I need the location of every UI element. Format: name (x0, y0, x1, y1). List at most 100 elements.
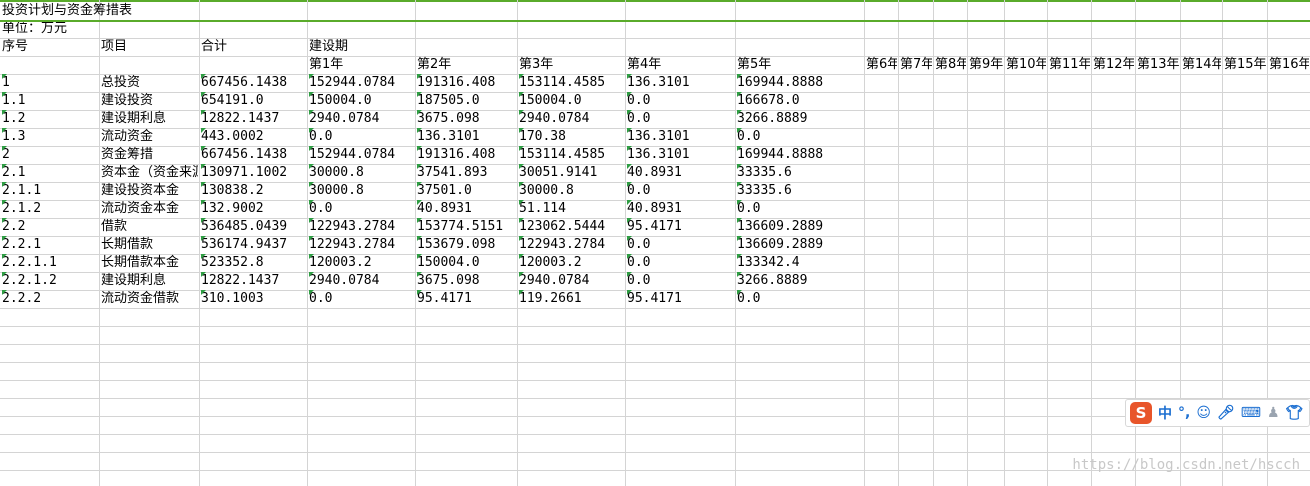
cell-y1[interactable]: 0.0 (309, 290, 414, 308)
cell-total[interactable]: 12822.1437 (201, 110, 306, 128)
cell-y4[interactable]: 136.3101 (627, 146, 734, 164)
smiley-icon[interactable]: ☺ (1196, 405, 1211, 421)
header-year[interactable]: 第11年 (1049, 56, 1090, 74)
keyboard-icon[interactable]: ⌨ (1241, 405, 1261, 421)
cell-y2[interactable]: 187505.0 (417, 92, 516, 110)
cell-y3[interactable]: 123062.5444 (519, 218, 624, 236)
header-construction[interactable]: 建设期 (309, 38, 414, 56)
cell-seq[interactable]: 1.2 (2, 110, 98, 128)
cell-item[interactable]: 建设投资 (101, 92, 198, 110)
header-year[interactable]: 第16年 (1269, 56, 1309, 74)
cell-y2[interactable]: 37501.0 (417, 182, 516, 200)
header-year[interactable]: 第9年 (969, 56, 1003, 74)
cell-y5[interactable]: 3266.8889 (737, 110, 863, 128)
cell-y1[interactable]: 122943.2784 (309, 218, 414, 236)
cell-y5[interactable]: 33335.6 (737, 182, 863, 200)
cell-total[interactable]: 130971.1002 (201, 164, 306, 182)
cell-y4[interactable]: 40.8931 (627, 200, 734, 218)
cell-total[interactable]: 667456.1438 (201, 74, 306, 92)
cell-y4[interactable]: 0.0 (627, 182, 734, 200)
sogou-logo-icon[interactable]: S (1130, 402, 1152, 424)
header-year[interactable]: 第15年 (1224, 56, 1266, 74)
cell-y5[interactable]: 133342.4 (737, 254, 863, 272)
cell-seq[interactable]: 2.2.1 (2, 236, 98, 254)
cell-y3[interactable]: 51.114 (519, 200, 624, 218)
cell-y4[interactable]: 95.4171 (627, 218, 734, 236)
cell-y3[interactable]: 2940.0784 (519, 272, 624, 290)
cell-y3[interactable]: 30000.8 (519, 182, 624, 200)
cell-y3[interactable]: 153114.4585 (519, 74, 624, 92)
cell-y2[interactable]: 191316.408 (417, 146, 516, 164)
cell-y2[interactable]: 150004.0 (417, 254, 516, 272)
cell-y1[interactable]: 2940.0784 (309, 272, 414, 290)
cell-seq[interactable]: 1.3 (2, 128, 98, 146)
cell-y1[interactable]: 30000.8 (309, 164, 414, 182)
header-total[interactable]: 合计 (201, 38, 306, 56)
cell-y3[interactable]: 119.2661 (519, 290, 624, 308)
shirt-icon[interactable]: 👕︎ (1286, 405, 1304, 421)
header-item[interactable]: 项目 (101, 38, 198, 56)
header-year[interactable]: 第5年 (737, 56, 863, 74)
cell-total[interactable]: 12822.1437 (201, 272, 306, 290)
header-year[interactable]: 第6年 (866, 56, 897, 74)
cell-item[interactable]: 建设投资本金 (101, 182, 198, 200)
cell-y1[interactable]: 0.0 (309, 200, 414, 218)
header-year[interactable]: 第8年 (935, 56, 966, 74)
header-year[interactable]: 第1年 (309, 56, 414, 74)
cell-item[interactable]: 流动资金本金 (101, 200, 198, 218)
cell-seq[interactable]: 2.1.2 (2, 200, 98, 218)
cell-y1[interactable]: 120003.2 (309, 254, 414, 272)
cell-item[interactable]: 建设期利息 (101, 272, 198, 290)
cell-y2[interactable]: 136.3101 (417, 128, 516, 146)
language-toggle[interactable]: 中 (1158, 403, 1172, 423)
user-icon[interactable]: ♟ (1267, 405, 1280, 421)
cell-y4[interactable]: 40.8931 (627, 164, 734, 182)
cell-y1[interactable]: 2940.0784 (309, 110, 414, 128)
ime-toolbar[interactable]: S 中 °, ☺ 🎤︎ ⌨ ♟ 👕︎ (1125, 399, 1310, 427)
cell-y1[interactable]: 152944.0784 (309, 74, 414, 92)
cell-total[interactable]: 536174.9437 (201, 236, 306, 254)
cell-y3[interactable]: 2940.0784 (519, 110, 624, 128)
cell-y3[interactable]: 150004.0 (519, 92, 624, 110)
cell-seq[interactable]: 2.2 (2, 218, 98, 236)
cell-item[interactable]: 资本金（资金来源 (101, 164, 198, 182)
cell-y1[interactable]: 122943.2784 (309, 236, 414, 254)
header-seq[interactable]: 序号 (2, 38, 98, 56)
cell[interactable]: 单位：万元 (2, 20, 98, 38)
cell-item[interactable]: 借款 (101, 218, 198, 236)
punctuation-toggle[interactable]: °, (1178, 405, 1190, 421)
cell-seq[interactable]: 2.1.1 (2, 182, 98, 200)
cell-item[interactable]: 长期借款 (101, 236, 198, 254)
cell-seq[interactable]: 1.1 (2, 92, 98, 110)
cell-total[interactable]: 523352.8 (201, 254, 306, 272)
cell-total[interactable]: 443.0002 (201, 128, 306, 146)
cell-seq[interactable]: 2.2.1.2 (2, 272, 98, 290)
cell-y5[interactable]: 3266.8889 (737, 272, 863, 290)
cell-y4[interactable]: 0.0 (627, 236, 734, 254)
header-year[interactable]: 第4年 (627, 56, 734, 74)
cell-y2[interactable]: 95.4171 (417, 290, 516, 308)
cell-y2[interactable]: 40.8931 (417, 200, 516, 218)
cell-seq[interactable]: 2.1 (2, 164, 98, 182)
cell-y2[interactable]: 191316.408 (417, 74, 516, 92)
cell-y4[interactable]: 0.0 (627, 272, 734, 290)
header-year[interactable]: 第2年 (417, 56, 516, 74)
cell-y5[interactable]: 169944.8888 (737, 74, 863, 92)
header-year[interactable]: 第3年 (519, 56, 624, 74)
cell-y5[interactable]: 0.0 (737, 290, 863, 308)
cell-y3[interactable]: 122943.2784 (519, 236, 624, 254)
cell-y5[interactable]: 169944.8888 (737, 146, 863, 164)
cell-y2[interactable]: 153774.5151 (417, 218, 516, 236)
cell-y3[interactable]: 30051.9141 (519, 164, 624, 182)
cell-total[interactable]: 667456.1438 (201, 146, 306, 164)
cell-y4[interactable]: 0.0 (627, 254, 734, 272)
cell-total[interactable]: 130838.2 (201, 182, 306, 200)
header-year[interactable]: 第12年 (1093, 56, 1134, 74)
cell-y5[interactable]: 0.0 (737, 128, 863, 146)
title-row[interactable]: 投资计划与资金筹措表 (0, 2, 1310, 22)
cell-seq[interactable]: 2.2.1.1 (2, 254, 98, 272)
cell-item[interactable]: 资金筹措 (101, 146, 198, 164)
cell-total[interactable]: 310.1003 (201, 290, 306, 308)
cell-y5[interactable]: 166678.0 (737, 92, 863, 110)
cell-item[interactable]: 流动资金 (101, 128, 198, 146)
